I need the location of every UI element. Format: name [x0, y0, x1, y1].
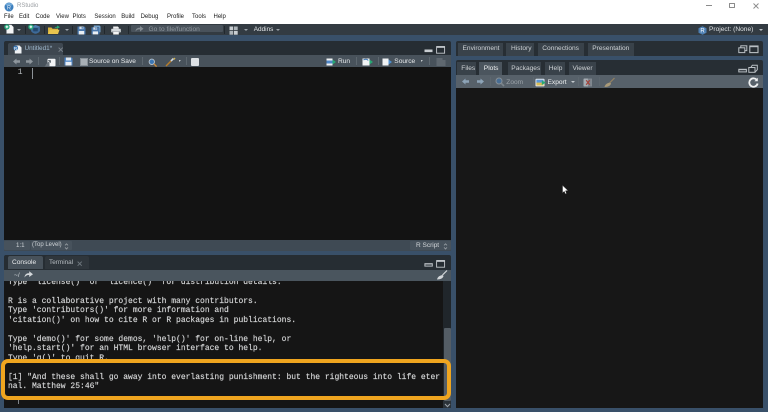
- svg-text:R: R: [700, 28, 705, 34]
- svg-text:R: R: [7, 5, 11, 11]
